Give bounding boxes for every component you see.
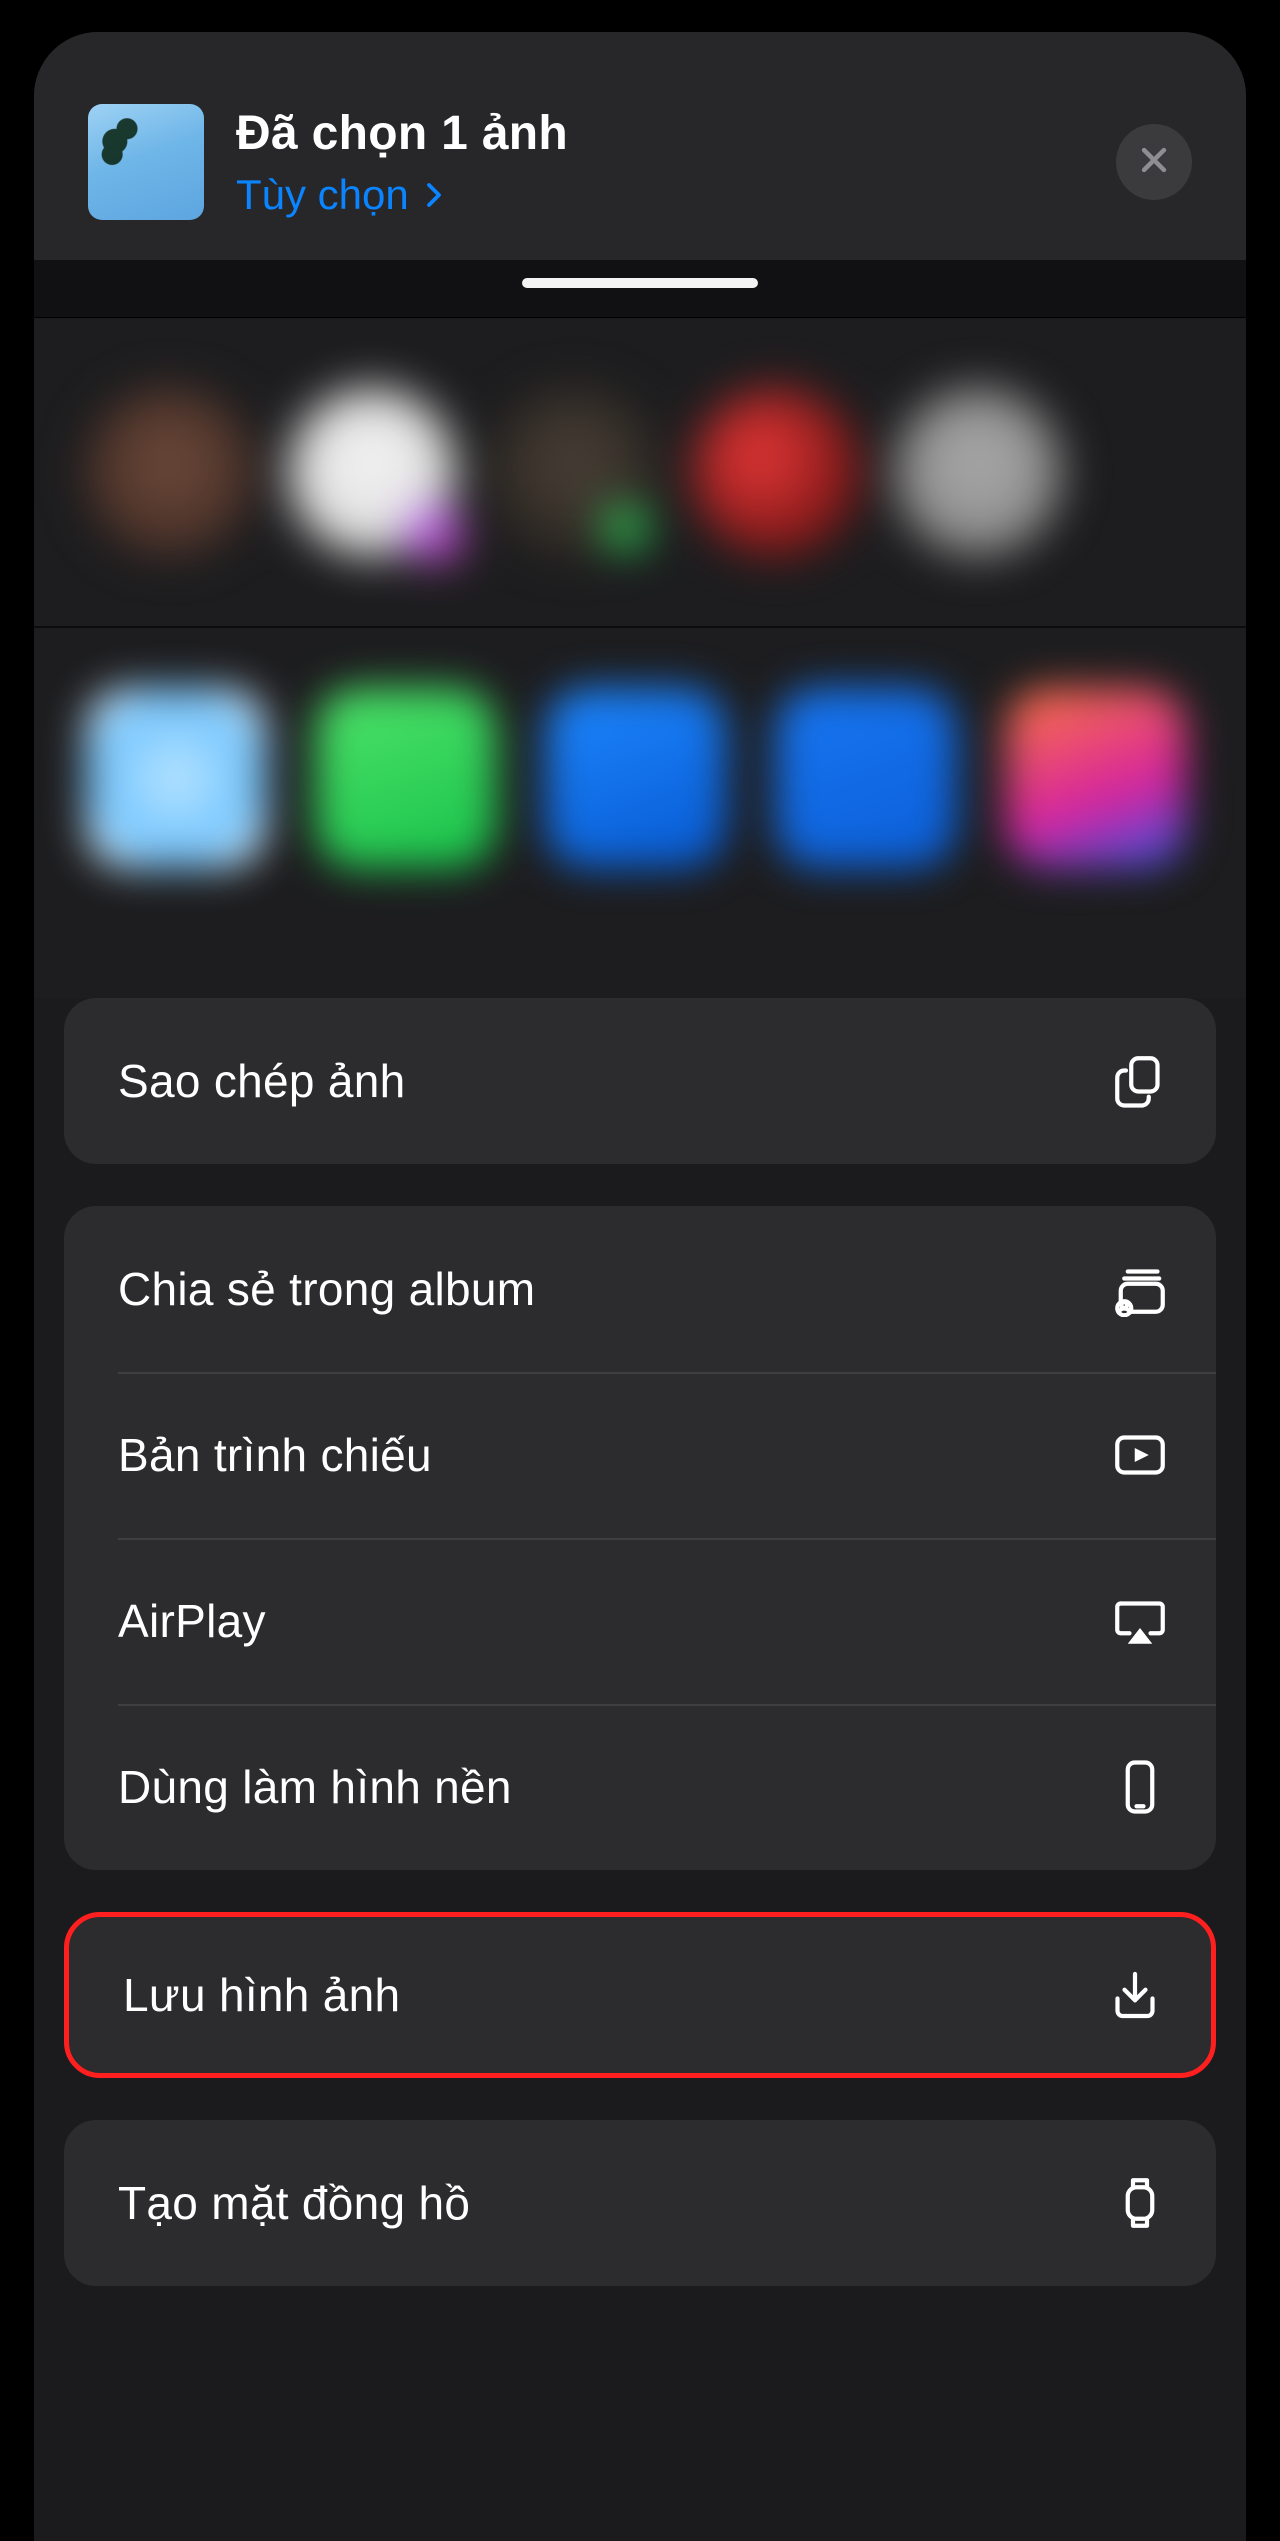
action-group-save-highlighted: Lưu hình ảnh [64,1912,1216,2078]
shared-album-icon [1112,1261,1168,1317]
share-sheet: Đã chọn 1 ảnh Tùy chọn [34,32,1246,2541]
share-sheet-header: Đã chọn 1 ảnh Tùy chọn [34,32,1246,260]
share-contact-avatar[interactable] [86,388,254,556]
airplay-icon [1112,1593,1168,1649]
selection-title: Đã chọn 1 ảnh [236,106,1116,161]
row-label: Sao chép ảnh [118,1054,406,1108]
share-contact-avatar[interactable] [894,388,1062,556]
row-label: AirPlay [118,1594,266,1648]
header-text-block: Đã chọn 1 ảnh Tùy chọn [236,106,1116,219]
row-label: Tạo mặt đồng hồ [118,2176,470,2230]
row-label: Chia sẻ trong album [118,1262,535,1316]
share-app-airdrop[interactable] [86,688,266,868]
create-watch-face-button[interactable]: Tạo mặt đồng hồ [64,2120,1216,2286]
use-as-wallpaper-button[interactable]: Dùng làm hình nền [64,1704,1216,1870]
apple-watch-icon [1112,2175,1168,2231]
device-frame: Đã chọn 1 ảnh Tùy chọn [0,0,1280,2541]
chevron-right-icon [419,180,449,210]
save-image-button[interactable]: Lưu hình ảnh [69,1917,1211,2073]
underlying-home-indicator [34,260,1246,318]
actions-list: Sao chép ảnh Chia sẻ trong album [34,998,1246,2286]
options-button[interactable]: Tùy chọn [236,171,449,219]
play-rect-icon [1112,1427,1168,1483]
share-contact-avatar[interactable] [288,388,456,556]
share-contact-avatar[interactable] [490,388,658,556]
share-app-instagram[interactable] [1006,688,1186,868]
share-in-album-button[interactable]: Chia sẻ trong album [64,1206,1216,1372]
selected-photo-thumbnail[interactable] [88,104,204,220]
close-icon [1137,143,1171,182]
iphone-icon [1112,1759,1168,1815]
action-group-copy: Sao chép ảnh [64,998,1216,1164]
row-label: Dùng làm hình nền [118,1760,512,1814]
row-label: Lưu hình ảnh [123,1968,400,2022]
close-button[interactable] [1116,124,1192,200]
copy-photo-button[interactable]: Sao chép ảnh [64,998,1216,1164]
row-label: Bản trình chiếu [118,1428,432,1482]
options-label: Tùy chọn [236,171,409,219]
airplay-button[interactable]: AirPlay [64,1538,1216,1704]
copy-icon [1112,1053,1168,1109]
share-app-zalo[interactable] [546,688,726,868]
share-contact-avatar[interactable] [692,388,860,556]
share-people-row[interactable] [56,388,1224,626]
share-app-messages[interactable] [316,688,496,868]
download-icon [1107,1967,1163,2023]
share-app-facebook[interactable] [776,688,956,868]
action-group-watch: Tạo mặt đồng hồ [64,2120,1216,2286]
share-targets-area [34,318,1246,998]
action-group-main: Chia sẻ trong album Bản trình chiếu [64,1206,1216,1870]
slideshow-button[interactable]: Bản trình chiếu [64,1372,1216,1538]
share-apps-row[interactable] [56,628,1224,978]
